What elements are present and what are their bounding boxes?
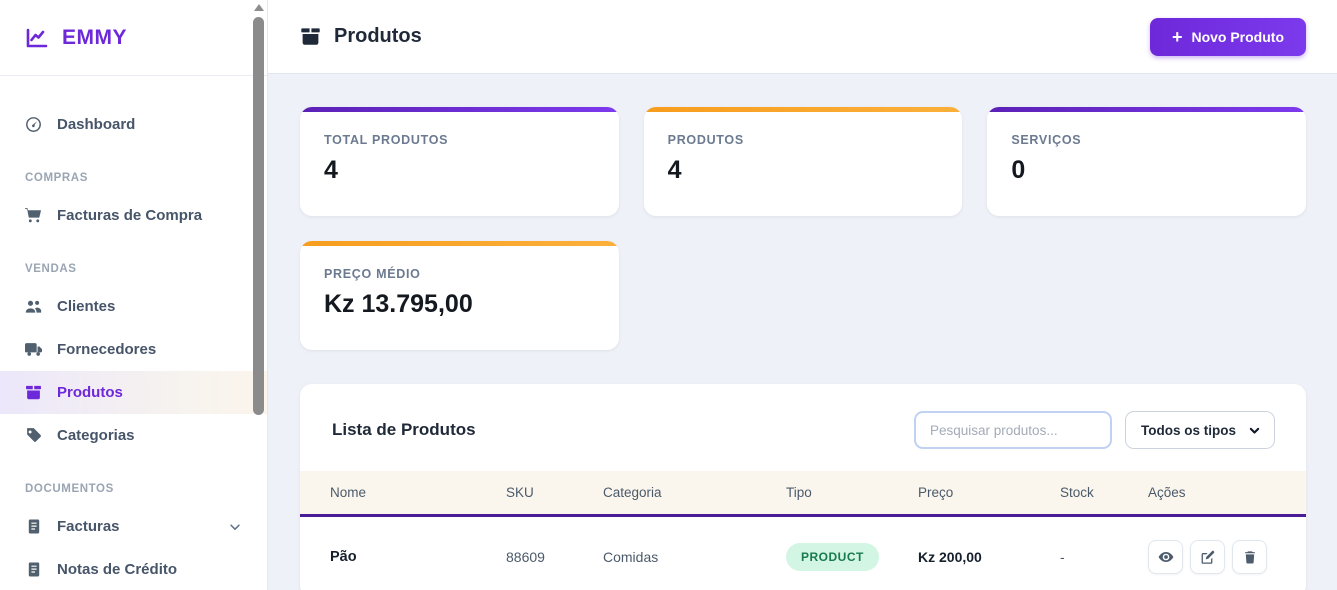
edit-button[interactable] [1190,540,1225,574]
section-label-documentos: DOCUMENTOS [25,483,242,495]
box-icon [25,384,42,401]
cell-sku: 88609 [490,516,587,590]
sidebar-item-label: Clientes [57,298,115,315]
table-controls: Todos os tipos [914,411,1275,449]
column-header-tipo[interactable]: Tipo [770,471,902,516]
sidebar-item-label: Produtos [57,384,123,401]
sidebar: EMMY Dashboard COMPRAS Facturas de Compr… [0,0,268,590]
plus-icon: + [1172,30,1183,44]
sidebar-item-label: Facturas [57,518,120,535]
cart-icon [25,207,42,224]
chevron-down-icon [228,520,242,534]
sidebar-item-label: Facturas de Compra [57,207,202,224]
stat-card-preco-medio: PREÇO MÉDIO Kz 13.795,00 [300,241,619,350]
table-title: Lista de Produtos [332,420,476,440]
logo-text: EMMY [62,26,127,50]
sidebar-item-dashboard[interactable]: Dashboard [0,103,267,146]
sidebar-item-produtos[interactable]: Produtos [0,371,267,414]
stat-label: PRODUTOS [668,133,939,147]
sidebar-item-facturas[interactable]: Facturas [0,505,267,548]
chevron-down-icon [1248,424,1261,437]
content: TOTAL PRODUTOS 4 PRODUTOS 4 SERVIÇOS 0 [268,74,1337,590]
sidebar-item-categorias[interactable]: Categorias [0,414,267,457]
cell-preco: Kz 200,00 [902,516,1044,590]
cell-stock: - [1044,516,1132,590]
scrollbar-up-arrow-icon[interactable] [254,4,264,11]
file-text-icon [25,561,42,578]
column-header-sku[interactable]: SKU [490,471,587,516]
sidebar-item-label: Notas de Crédito [57,561,177,578]
chart-line-logo-icon [24,26,50,50]
new-product-button-label: Novo Produto [1191,29,1284,45]
stats-grid: TOTAL PRODUTOS 4 PRODUTOS 4 SERVIÇOS 0 [300,107,1306,350]
view-button[interactable] [1148,540,1183,574]
eye-icon [1158,549,1174,565]
logo[interactable]: EMMY [0,0,267,76]
table-card-header: Lista de Produtos Todos os tipos [300,384,1306,471]
stat-label: TOTAL PRODUTOS [324,133,595,147]
column-header-acoes[interactable]: Ações [1132,471,1306,516]
stat-value: 4 [324,156,595,185]
sidebar-item-fornecedores[interactable]: Fornecedores [0,328,267,371]
sidebar-item-label: Dashboard [57,116,135,133]
sidebar-scrollbar[interactable] [253,0,265,590]
cell-tipo: PRODUCT [770,516,902,590]
column-header-stock[interactable]: Stock [1044,471,1132,516]
stat-value: Kz 13.795,00 [324,290,595,319]
table-header-row: Nome SKU Categoria Tipo Preço Stock Açõe… [300,471,1306,516]
pencil-square-icon [1200,550,1215,565]
cell-acoes [1132,516,1306,590]
sidebar-item-facturas-de-compra[interactable]: Facturas de Compra [0,194,267,237]
sidebar-item-label: Fornecedores [57,341,156,358]
page-title: Produtos [334,25,422,48]
cell-categoria: Comidas [587,516,770,590]
cell-nome: Pão [300,516,490,590]
products-table: Nome SKU Categoria Tipo Preço Stock Açõe… [300,471,1306,590]
products-table-card: Lista de Produtos Todos os tipos Nome [300,384,1306,590]
type-filter-select[interactable]: Todos os tipos [1125,411,1275,449]
column-header-preco[interactable]: Preço [902,471,1044,516]
stat-card-servicos: SERVIÇOS 0 [987,107,1306,216]
stat-card-total-produtos: TOTAL PRODUTOS 4 [300,107,619,216]
product-type-badge: PRODUCT [786,543,879,571]
truck-icon [25,341,42,358]
delete-button[interactable] [1232,540,1267,574]
stat-value: 4 [668,156,939,185]
topbar: Produtos + Novo Produto [268,0,1337,74]
type-filter-selected-value: Todos os tipos [1141,423,1236,438]
box-icon [300,26,321,47]
column-header-nome[interactable]: Nome [300,471,490,516]
sidebar-item-clientes[interactable]: Clientes [0,285,267,328]
sidebar-item-notas-de-credito[interactable]: Notas de Crédito [0,548,267,590]
new-product-button[interactable]: + Novo Produto [1150,18,1306,56]
people-icon [25,298,42,315]
stat-label: PREÇO MÉDIO [324,267,595,281]
table-row: Pão 88609 Comidas PRODUCT Kz 200,00 - [300,516,1306,590]
trash-icon [1243,550,1257,565]
sidebar-item-label: Categorias [57,427,135,444]
stat-label: SERVIÇOS [1011,133,1282,147]
stat-value: 0 [1011,156,1282,185]
file-text-icon [25,518,42,535]
column-header-categoria[interactable]: Categoria [587,471,770,516]
section-label-vendas: VENDAS [25,263,242,275]
page-title-wrap: Produtos [300,25,422,48]
search-input[interactable] [914,411,1112,449]
section-label-compras: COMPRAS [25,172,242,184]
speedometer-icon [25,116,42,133]
tag-icon [25,427,42,444]
sidebar-nav: Dashboard COMPRAS Facturas de Compra VEN… [0,76,267,590]
stat-card-produtos: PRODUTOS 4 [644,107,963,216]
scrollbar-thumb[interactable] [253,17,264,415]
main-area: Produtos + Novo Produto TOTAL PRODUTOS 4… [268,0,1337,590]
